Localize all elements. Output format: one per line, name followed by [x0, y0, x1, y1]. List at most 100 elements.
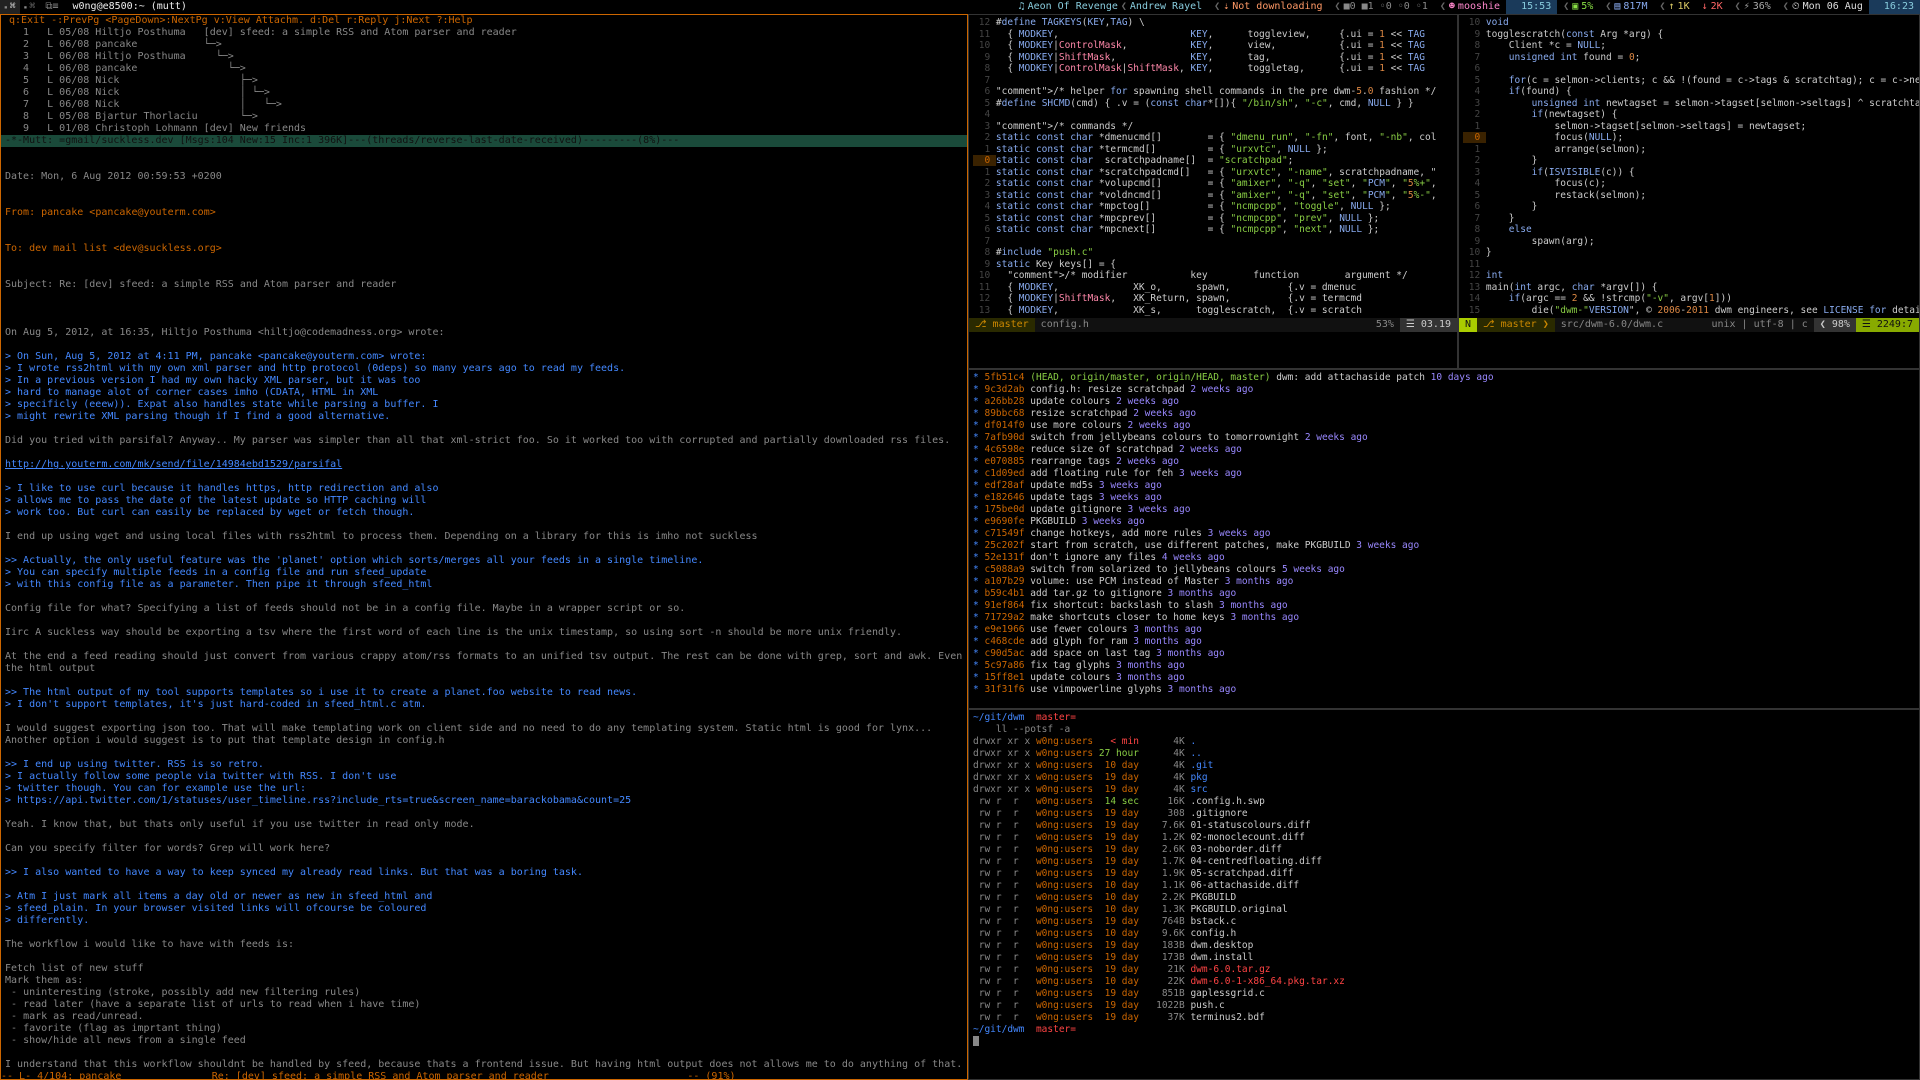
code-line[interactable]: 7 unsigned int found = 0;	[1463, 52, 1915, 64]
code-line[interactable]: 2 static const char *volupcmd[] = { "ami…	[973, 178, 1453, 190]
mutt-message-row[interactable]: 3 L 06/08 Hiltjo Posthuma └─>	[5, 51, 967, 63]
mutt-message-row[interactable]: 9 L 01/08 Christoph Lohmann [dev] New fr…	[5, 123, 967, 135]
git-log-entry[interactable]: * 9c3d2ab config.h: resize scratchpad 2 …	[973, 384, 1915, 396]
git-log-entry[interactable]: * 91ef864 fix shortcut: backslash to sla…	[973, 600, 1915, 612]
code-line[interactable]: 1 static const char *termcmd[] = { "urxv…	[973, 144, 1453, 156]
git-log-entry[interactable]: * e9e1966 use fewer colours 3 months ago	[973, 624, 1915, 636]
code-line[interactable]: 12 #define TAGKEYS(KEY,TAG) \	[973, 17, 1453, 29]
code-line[interactable]: 6	[1463, 63, 1915, 75]
git-log-entry[interactable]: * 175be0d update gitignore 3 weeks ago	[973, 504, 1915, 516]
code-line[interactable]: 15 die("dwm-"VERSION", © 2006-2011 dwm e…	[1463, 305, 1915, 317]
ls-row[interactable]: drwxr xr x w0ng:users 10 day 4K .git	[973, 760, 1915, 772]
code-line[interactable]: 9 spawn(arg);	[1463, 236, 1915, 248]
ls-row[interactable]: rw r r w0ng:users 19 day 173B dwm.instal…	[973, 952, 1915, 964]
layout-symbol[interactable]: ⧉≡	[39, 0, 64, 14]
code-line[interactable]: 4 if(found) {	[1463, 86, 1915, 98]
code-line[interactable]: 13 { MODKEY, XK_s, togglescratch, {.v = …	[973, 305, 1453, 317]
code-line[interactable]: 8 #include "push.c"	[973, 247, 1453, 259]
code-line[interactable]: 3 "comment">/* commands */	[973, 121, 1453, 133]
ls-row[interactable]: rw r r w0ng:users 19 day 1.2K 02-monocle…	[973, 832, 1915, 844]
shell-pane[interactable]: ~/git/dwm master= ll --potsf -adrwxr xr …	[968, 709, 1920, 1080]
ls-row[interactable]: rw r r w0ng:users 19 day 2.6K 03-noborde…	[973, 844, 1915, 856]
code-line[interactable]: 5 #define SHCMD(cmd) { .v = (const char*…	[973, 98, 1453, 110]
code-line[interactable]: 3 static const char *voldncmd[] = { "ami…	[973, 190, 1453, 202]
code-line[interactable]: 6 "comment">/* helper for spawning shell…	[973, 86, 1453, 98]
git-log-entry[interactable]: * edf28af update md5s 3 weeks ago	[973, 480, 1915, 492]
code-line[interactable]: 0 focus(NULL);	[1463, 132, 1915, 144]
git-log-entry[interactable]: * e070885 rearrange tags 2 weeks ago	[973, 456, 1915, 468]
code-line[interactable]: 10 "comment">/* modifier key function ar…	[973, 270, 1453, 282]
code-line[interactable]: 7	[973, 75, 1453, 87]
mutt-message-list[interactable]: 1 L 05/08 Hiltjo Posthuma [dev] sfeed: a…	[1, 27, 967, 135]
code-line[interactable]: 3 if(ISVISIBLE(c)) {	[1463, 167, 1915, 179]
ls-row[interactable]: rw r r w0ng:users 19 day 37K terminus2.b…	[973, 1012, 1915, 1024]
code-line[interactable]: 6 static const char *mpcnext[] = { "ncmp…	[973, 224, 1453, 236]
code-line[interactable]: 3 unsigned int newtagset = selmon->tagse…	[1463, 98, 1915, 110]
code-line[interactable]: 4	[973, 109, 1453, 121]
code-line[interactable]: 1 selmon->tagset[selmon->seltags] = newt…	[1463, 121, 1915, 133]
code-line[interactable]: 6 }	[1463, 201, 1915, 213]
code-line[interactable]: 8 Client *c = NULL;	[1463, 40, 1915, 52]
mutt-message-row[interactable]: 5 L 06/08 Nick ├─>	[5, 75, 967, 87]
ls-row[interactable]: rw r r w0ng:users 19 day 1.7K 04-centred…	[973, 856, 1915, 868]
mutt-message-row[interactable]: 7 L 06/08 Nick │ └─>	[5, 99, 967, 111]
git-log-entry[interactable]: * 71729a2 make shortcuts closer to home …	[973, 612, 1915, 624]
git-log-entry[interactable]: * 25c202f start from scratch, use differ…	[973, 540, 1915, 552]
code-line[interactable]: 0 static const char scratchpadname[] = "…	[973, 155, 1453, 167]
code-line[interactable]: 10 void	[1463, 17, 1915, 29]
ls-row[interactable]: rw r r w0ng:users 10 day 1.3K PKGBUILD.o…	[973, 904, 1915, 916]
git-log-entry[interactable]: * a26bb28 update colours 2 weeks ago	[973, 396, 1915, 408]
git-log-entry[interactable]: * 5c97a86 fix tag glyphs 3 months ago	[973, 660, 1915, 672]
code-line[interactable]: 4 static const char *mpctog[] = { "ncmpc…	[973, 201, 1453, 213]
mutt-message-row[interactable]: 8 L 05/08 Bjartur Thorlaciu └─>	[5, 111, 967, 123]
code-line[interactable]: 11	[1463, 259, 1915, 271]
tag-2[interactable]: ⌘	[20, 0, 40, 14]
code-line[interactable]: 7	[973, 236, 1453, 248]
git-log-entry[interactable]: * b59c4b1 add tar.gz to gitignore 3 mont…	[973, 588, 1915, 600]
git-log[interactable]: * 5fb51c4 (HEAD, origin/master, origin/H…	[969, 370, 1919, 698]
code-line[interactable]: 12 int	[1463, 270, 1915, 282]
code-line[interactable]: 1 static const char *scratchpadcmd[] = {…	[973, 167, 1453, 179]
code-line[interactable]: 11 { MODKEY, XK_o, spawn, {.v = dmenuc	[973, 282, 1453, 294]
code-line[interactable]: 2 }	[1463, 155, 1915, 167]
git-log-entry[interactable]: * e9690fe PKGBUILD 3 weeks ago	[973, 516, 1915, 528]
git-log-entry[interactable]: * 89bbc68 resize scratchpad 2 weeks ago	[973, 408, 1915, 420]
mutt-body[interactable]: On Aug 5, 2012, at 16:35, Hiltjo Posthum…	[1, 315, 967, 1071]
ls-row[interactable]: rw r r w0ng:users 10 day 22K dwm-6.0-1-x…	[973, 976, 1915, 988]
git-log-entry[interactable]: * e182646 update tags 3 weeks ago	[973, 492, 1915, 504]
git-log-entry[interactable]: * 7afb90d switch from jellybeans colours…	[973, 432, 1915, 444]
git-log-entry[interactable]: * 5fb51c4 (HEAD, origin/master, origin/H…	[973, 372, 1915, 384]
git-log-pane[interactable]: * 5fb51c4 (HEAD, origin/master, origin/H…	[968, 369, 1920, 709]
code-line[interactable]: 9 static Key keys[] = {	[973, 259, 1453, 271]
git-log-entry[interactable]: * c5088a9 switch from solarized to jelly…	[973, 564, 1915, 576]
code-line[interactable]: 5 restack(selmon);	[1463, 190, 1915, 202]
shell-ls[interactable]: ~/git/dwm master= ll --potsf -adrwxr xr …	[969, 710, 1919, 1052]
code-line[interactable]: 8 { MODKEY|ControlMask|ShiftMask, KEY, t…	[973, 63, 1453, 75]
git-log-entry[interactable]: * 52e131f don't ignore any files 4 weeks…	[973, 552, 1915, 564]
code-line[interactable]: 12 { MODKEY|ShiftMask, XK_Return, spawn,…	[973, 293, 1453, 305]
git-log-entry[interactable]: * 15ff8e1 update colours 3 months ago	[973, 672, 1915, 684]
ls-row[interactable]: rw r r w0ng:users 19 day 764B bstack.c	[973, 916, 1915, 928]
ls-row[interactable]: drwxr xr x w0ng:users 27 hour 4K ..	[973, 748, 1915, 760]
git-log-entry[interactable]: * c1d09ed add floating rule for feh 3 we…	[973, 468, 1915, 480]
ls-row[interactable]: rw r r w0ng:users 10 day 9.6K config.h	[973, 928, 1915, 940]
ls-row[interactable]: rw r r w0ng:users 19 day 308 .gitignore	[973, 808, 1915, 820]
ls-row[interactable]: drwxr xr x w0ng:users 19 day 4K pkg	[973, 772, 1915, 784]
ls-row[interactable]: rw r r w0ng:users 19 day 7.6K 01-statusc…	[973, 820, 1915, 832]
code-line[interactable]: 5 static const char *mpcprev[] = { "ncmp…	[973, 213, 1453, 225]
code-line[interactable]: 2 if(newtagset) {	[1463, 109, 1915, 121]
code-line[interactable]: 4 focus(c);	[1463, 178, 1915, 190]
tags[interactable]: ⌘ ⌘	[0, 0, 39, 14]
ls-row[interactable]: rw r r w0ng:users 19 day 851B gaplessgri…	[973, 988, 1915, 1000]
mutt-message-row[interactable]: 1 L 05/08 Hiltjo Posthuma [dev] sfeed: a…	[5, 27, 967, 39]
code-config[interactable]: 12 #define TAGKEYS(KEY,TAG) \ 11 { MODKE…	[969, 15, 1457, 318]
mutt-message-row[interactable]: 6 L 06/08 Nick │ └─>	[5, 87, 967, 99]
tag-1[interactable]: ⌘	[0, 0, 20, 14]
ls-row[interactable]: rw r r w0ng:users 10 day 2.2K PKGBUILD	[973, 892, 1915, 904]
code-line[interactable]: 9 { MODKEY|ShiftMask, KEY, tag, {.ui = 1…	[973, 52, 1453, 64]
git-log-entry[interactable]: * a107b29 volume: use PCM instead of Mas…	[973, 576, 1915, 588]
ls-row[interactable]: drwxr xr x w0ng:users 19 day 4K src	[973, 784, 1915, 796]
git-log-entry[interactable]: * df014f0 use more colours 2 weeks ago	[973, 420, 1915, 432]
code-line[interactable]: 10 { MODKEY|ControlMask, KEY, view, {.ui…	[973, 40, 1453, 52]
code-line[interactable]: 2 static const char *dmenucmd[] = { "dme…	[973, 132, 1453, 144]
